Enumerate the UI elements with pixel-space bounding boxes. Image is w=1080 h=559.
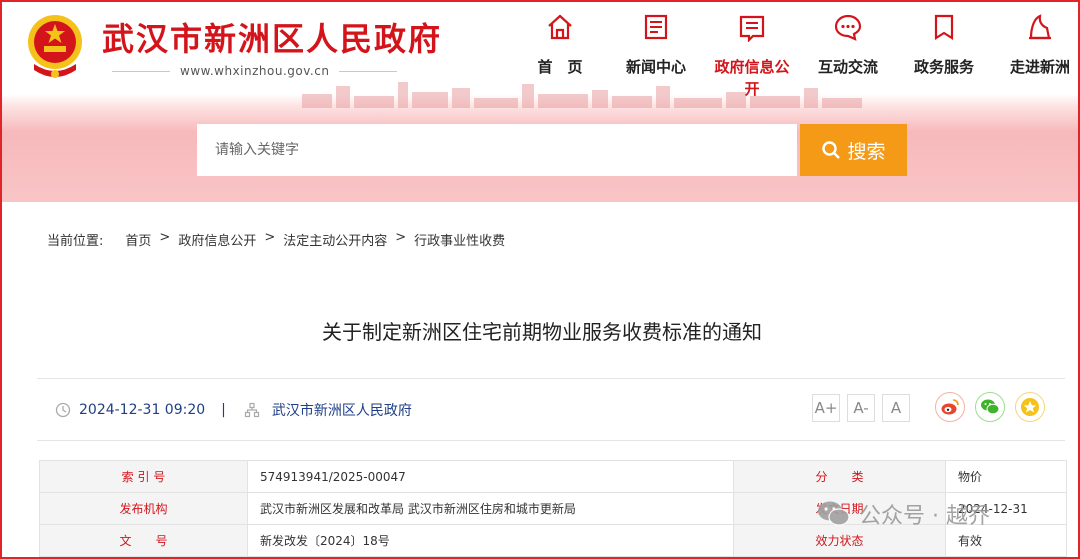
breadcrumb-item-open-info[interactable]: 政府信息公开 [178,230,256,249]
wechat-icon [981,399,1000,415]
meta-divider-bottom [37,440,1065,441]
nav-label-service: 政务服务 [913,58,974,76]
font-increase-button[interactable]: A+ [812,394,840,422]
news-icon [644,14,668,40]
clock-icon [55,402,71,418]
breadcrumb-item-statutory[interactable]: 法定主动公开内容 [283,230,387,249]
breadcrumb-item-fees[interactable]: 行政事业性收费 [414,230,505,249]
site-url-row: www.whxinzhou.gov.cn [112,64,398,78]
breadcrumb-item-home[interactable]: 首页 [125,230,151,249]
weibo-icon [941,399,959,415]
index-number-label: 索 引 号 [39,460,248,493]
nav-item-open-info[interactable]: 政府信息公开 [704,12,800,100]
meta-divider-top [37,378,1065,379]
wechat-watermark-icon [818,501,850,526]
wechat-watermark: 公众号 · 越乔 [817,498,990,530]
document-number-label: 文 号 [39,524,248,557]
nav-item-home[interactable]: 首 页 [512,12,608,100]
category-label: 分 类 [733,460,946,493]
breadcrumb: 当前位置: 首页 > 政府信息公开 > 法定主动公开内容 > 行政事业性收费 [47,230,505,249]
share-wechat-button[interactable] [975,392,1005,422]
url-divider-right [339,70,398,72]
open-info-icon [739,15,765,42]
nav-label-open-info: 政府信息公开 [714,58,790,98]
favorite-button[interactable] [1015,392,1045,422]
page-frame: 武汉市新洲区人民政府 www.whxinzhou.gov.cn 首 页 新闻中心… [0,0,1080,559]
breadcrumb-separator: > [264,230,276,245]
category-value: 物价 [945,460,1067,493]
favorite-icon [1021,398,1039,416]
publish-date: 2024-12-31 09:20 [79,402,206,418]
publisher: 武汉市新洲区人民政府 [271,403,412,419]
search-button[interactable]: 搜索 [800,124,907,176]
document-number-value: 新发改发〔2024〕18号 [247,524,734,557]
search-input[interactable] [197,124,797,176]
index-number-value: 574913941/2025-00047 [247,460,734,493]
nav-item-interaction[interactable]: 互动交流 [800,12,896,100]
watermark-text: 公众号 · 越乔 [859,504,990,529]
font-reset-button[interactable]: A [882,394,910,422]
site-url[interactable]: www.whxinzhou.gov.cn [180,64,329,78]
search-icon [822,141,841,159]
national-emblem-logo [28,15,82,78]
site-title: 武汉市新洲区人民政府 [102,20,443,58]
issuing-agency-value: 武汉市新洲区发展和改革局 武汉市新洲区住房和城市更新局 [247,492,734,525]
breadcrumb-separator: > [159,230,171,245]
breadcrumb-prefix: 当前位置: [47,234,104,249]
article-title: 关于制定新洲区住宅前期物业服务收费标准的通知 [322,320,762,344]
breadcrumb-separator: > [395,230,407,245]
nav-item-news[interactable]: 新闻中心 [608,12,704,100]
meta-separator: | [221,402,226,418]
table-row: 索 引 号 574913941/2025-00047 分 类 物价 [39,460,1067,493]
nav-label-about: 走进新洲 [1009,58,1070,76]
url-divider-left [112,70,170,72]
font-decrease-button[interactable]: A- [847,394,875,422]
home-icon [548,14,572,40]
issuing-agency-label: 发布机构 [39,492,248,525]
nav-item-about[interactable]: 走进新洲 [992,12,1078,100]
organization-icon [244,402,259,418]
landmark-icon [1029,14,1051,40]
search-button-label: 搜索 [847,140,886,163]
share-weibo-button[interactable] [935,392,965,422]
nav-label-interaction: 互动交流 [817,58,878,76]
nav-label-news: 新闻中心 [625,58,686,76]
chat-icon [834,14,862,41]
article-meta: 2024-12-31 09:20 | 武汉市新洲区人民政府 [55,400,412,420]
nav-item-service[interactable]: 政务服务 [896,12,992,100]
service-icon [934,14,954,40]
nav-label-home: 首 页 [537,58,583,76]
main-nav: 首 页 新闻中心 政府信息公开 互动交流 政务服务 走进新洲 [512,12,1078,100]
